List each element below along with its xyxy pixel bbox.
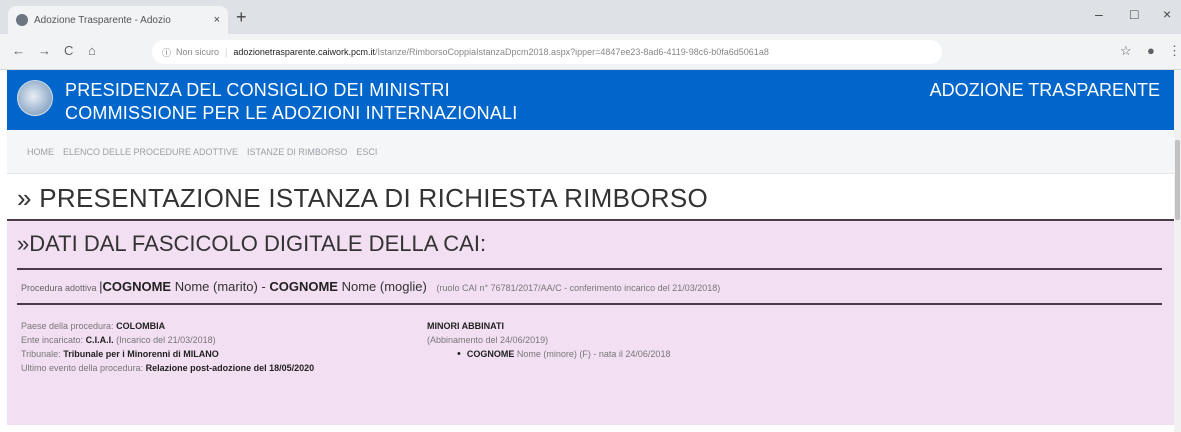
couple-names: |COGNOME Nome (marito) - COGNOME Nome (m… — [99, 279, 427, 294]
wife-name: Nome (moglie) — [341, 279, 427, 294]
ente-note: (Incarico del 21/03/2018) — [116, 335, 216, 345]
close-window-button[interactable]: × — [1163, 6, 1171, 22]
browser-menu-icon[interactable]: ⋮ — [1168, 43, 1181, 59]
ente-value: C.I.A.I. — [85, 335, 114, 345]
home-button[interactable]: ⌂ — [88, 43, 96, 58]
procedure-details: Paese della procedura: COLOMBIA Ente inc… — [21, 319, 314, 375]
header-title-line1: PRESIDENZA DEL CONSIGLIO DEI MINISTRI — [65, 80, 450, 100]
back-button[interactable]: ← — [12, 43, 25, 58]
page-scrollbar[interactable] — [1174, 70, 1181, 432]
cai-data-panel: »DATI DAL FASCICOLO DIGITALE DELLA CAI: … — [7, 219, 1174, 425]
tribunale-label: Tribunale: — [21, 349, 61, 359]
minori-heading: MINORI ABBINATI — [427, 321, 504, 331]
minore-surname: COGNOME — [466, 349, 515, 359]
republic-emblem-icon — [17, 80, 53, 116]
forward-button[interactable]: → — [38, 43, 51, 58]
browser-tab[interactable]: Adozione Trasparente - Adozio × — [8, 6, 228, 34]
divider — [17, 303, 1162, 305]
ente-label: Ente incaricato: — [21, 335, 84, 345]
evento-value: Relazione post-adozione del 18/05/2020 — [145, 363, 315, 373]
paese-value: COLOMBIA — [116, 321, 166, 331]
tab-close-icon[interactable]: × — [214, 14, 220, 26]
panel-title: »DATI DAL FASCICOLO DIGITALE DELLA CAI: — [17, 231, 487, 256]
browser-toolbar: ← → C ⌂ ⓘ Non sicuro | adozionetrasparen… — [0, 34, 1181, 70]
browser-tab-strip: Adozione Trasparente - Adozio × + – □ × — [0, 0, 1181, 34]
header-site-name[interactable]: ADOZIONE TRASPARENTE — [930, 80, 1160, 101]
top-nav-menu: HOME ELENCO DELLE PROCEDURE ADOTTIVE IST… — [7, 130, 1174, 174]
nav-item-esci[interactable]: ESCI — [356, 147, 377, 157]
nav-item-istanze[interactable]: ISTANZE DI RIMBORSO — [247, 147, 347, 157]
tab-title: Adozione Trasparente - Adozio — [34, 14, 171, 26]
reload-button[interactable]: C — [64, 43, 73, 58]
bookmark-star-icon[interactable]: ☆ — [1120, 43, 1132, 59]
url-path: /Istanze/RimborsoCoppiaIstanzaDpcm2018.a… — [374, 47, 769, 57]
security-label: Non sicuro — [176, 47, 220, 57]
matched-minors: MINORI ABBINATI (Abbinamento del 24/06/2… — [427, 319, 670, 361]
divider — [17, 268, 1162, 270]
info-icon[interactable]: ⓘ — [162, 46, 171, 59]
nav-item-procedure[interactable]: ELENCO DELLE PROCEDURE ADOTTIVE — [63, 147, 238, 157]
nav-item-home[interactable]: HOME — [27, 147, 54, 157]
procedure-meta: (ruolo CAI n° 76781/2017/AA/C - conferim… — [436, 283, 721, 293]
procedure-label: Procedura adottiva — [21, 283, 97, 293]
scrollbar-thumb[interactable] — [1175, 140, 1180, 220]
wife-surname: COGNOME — [269, 279, 338, 294]
procedure-line: Procedura adottiva |COGNOME Nome (marito… — [21, 279, 720, 294]
evento-label: Ultimo evento della procedura: — [21, 363, 144, 373]
page-title: » PRESENTAZIONE ISTANZA DI RICHIESTA RIM… — [17, 183, 709, 213]
profile-icon[interactable]: ● — [1147, 43, 1155, 58]
maximize-button[interactable]: □ — [1130, 6, 1138, 22]
paese-label: Paese della procedura: — [21, 321, 114, 331]
abbinamento-date: (Abbinamento del 24/06/2019) — [427, 335, 549, 345]
header-title-line2: COMMISSIONE PER LE ADOZIONI INTERNAZIONA… — [65, 103, 518, 123]
minore-details: Nome (minore) (F) - nata il 24/06/2018 — [516, 349, 671, 359]
url-host: adozionetrasparente.caiwork.pcm.it — [233, 47, 375, 57]
list-item: COGNOME Nome (minore) (F) - nata il 24/0… — [457, 347, 671, 361]
site-favicon-icon — [16, 14, 28, 26]
tribunale-value: Tribunale per i Minorenni di MILANO — [63, 349, 219, 359]
new-tab-button[interactable]: + — [236, 8, 247, 26]
address-bar[interactable]: ⓘ Non sicuro | adozionetrasparente.caiwo… — [152, 40, 942, 64]
minimize-button[interactable]: – — [1095, 6, 1103, 22]
site-header: PRESIDENZA DEL CONSIGLIO DEI MINISTRI CO… — [7, 70, 1174, 130]
husband-name: Nome (marito) - — [174, 279, 266, 294]
husband-surname: COGNOME — [102, 279, 172, 294]
